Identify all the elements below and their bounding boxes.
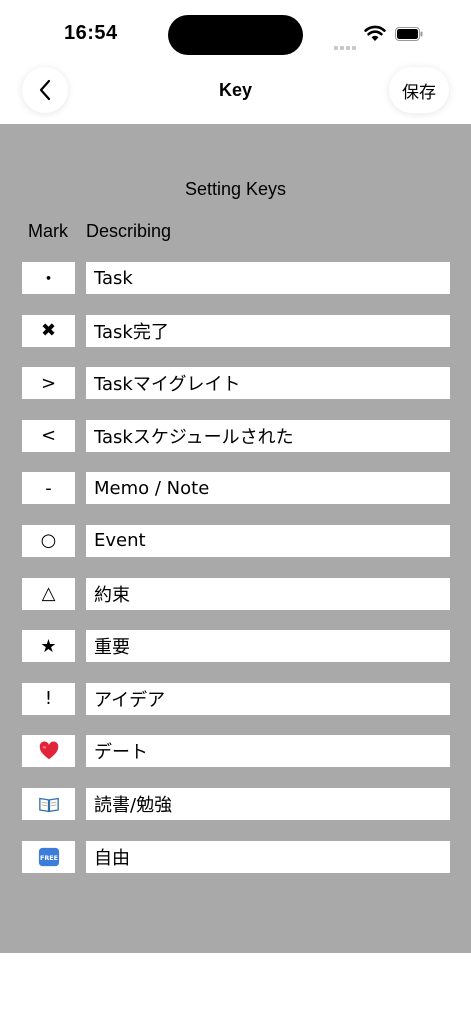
key-row: ・ Task [22, 262, 450, 294]
key-row: ○ Event [22, 524, 450, 557]
cellular-signal-icon [334, 37, 358, 55]
description-field[interactable]: 重要 [86, 630, 450, 663]
save-button[interactable]: 保存 [389, 67, 449, 113]
key-row: デート [22, 735, 450, 768]
description-field[interactable]: Memo / Note [86, 472, 450, 505]
mark-field[interactable]: ・ [22, 262, 75, 294]
column-header-describing: Describing [86, 221, 172, 241]
key-row: < Taskスケジュールされた [22, 419, 450, 452]
description-field[interactable]: Event [86, 524, 450, 557]
heart-emoji-icon [39, 741, 58, 760]
section-title: Setting Keys [184, 179, 287, 199]
svg-text:FREE: FREE [39, 854, 57, 862]
key-settings-panel: Setting Keys Mark Describing ・ Task ✖ Ta… [0, 124, 471, 953]
key-row: 読書/勉強 [22, 787, 450, 820]
mark-field[interactable] [22, 735, 75, 768]
key-list: ・ Task ✖ Task完了 > Taskマイグレイト < Taskスケジュー… [22, 262, 450, 893]
description-field[interactable]: 読書/勉強 [86, 787, 450, 820]
key-row: ★ 重要 [22, 630, 450, 663]
book-emoji-icon [38, 797, 59, 813]
mark-field[interactable]: ✖ [22, 314, 75, 347]
key-row: ! アイデア [22, 682, 450, 715]
mark-field[interactable]: △ [22, 577, 75, 610]
key-row: FREE 自由 [22, 840, 450, 873]
description-field[interactable]: アイデア [86, 682, 450, 715]
key-row: ✖ Task完了 [22, 314, 450, 347]
description-field[interactable]: 約束 [86, 577, 450, 610]
description-field[interactable]: Taskマイグレイト [86, 367, 450, 400]
mark-field[interactable]: ★ [22, 630, 75, 663]
key-row: - Memo / Note [22, 472, 450, 505]
free-emoji-icon: FREE [38, 847, 59, 866]
wifi-icon [364, 25, 386, 41]
mark-field[interactable]: < [22, 419, 75, 452]
mark-field[interactable]: ○ [22, 524, 75, 557]
mark-field[interactable]: - [22, 472, 75, 505]
mark-field[interactable]: ! [22, 682, 75, 715]
mark-field[interactable] [22, 787, 75, 820]
mark-field[interactable]: > [22, 367, 75, 400]
description-field[interactable]: Task [86, 262, 450, 294]
mark-field[interactable]: FREE [22, 840, 75, 873]
dynamic-island [168, 15, 303, 55]
description-field[interactable]: Task完了 [86, 314, 450, 347]
battery-icon [395, 27, 423, 41]
navigation-bar: Key 保存 [0, 60, 471, 124]
key-row: △ 約束 [22, 577, 450, 610]
description-field[interactable]: Taskスケジュールされた [86, 419, 450, 452]
description-field[interactable]: 自由 [86, 840, 450, 873]
description-field[interactable]: デート [86, 735, 450, 768]
key-row: > Taskマイグレイト [22, 367, 450, 400]
status-bar: 16:54 [0, 0, 471, 60]
status-time: 16:54 [64, 22, 118, 44]
column-header-mark: Mark [28, 221, 68, 241]
